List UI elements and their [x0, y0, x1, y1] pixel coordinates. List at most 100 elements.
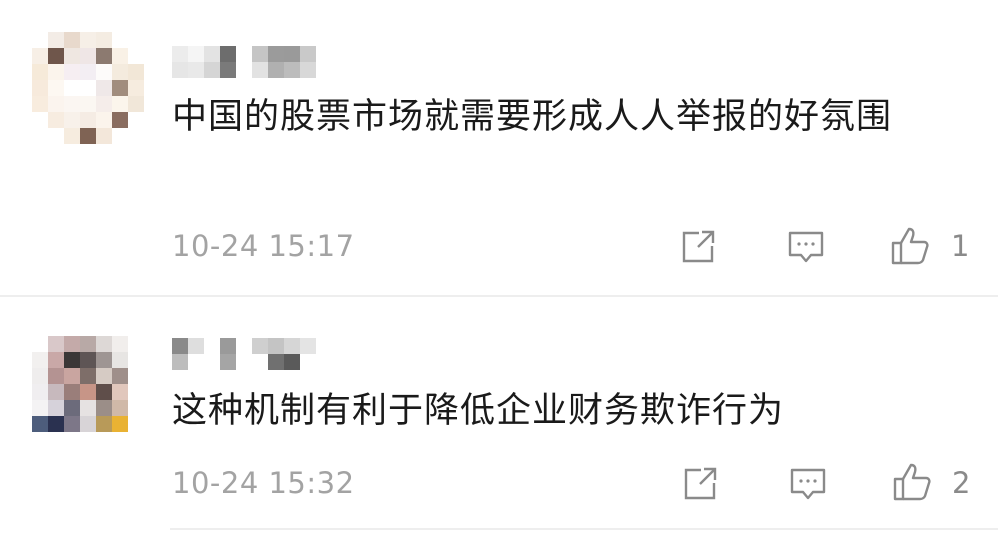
- thumbs-up-icon[interactable]: [890, 226, 930, 266]
- avatar[interactable]: [32, 32, 144, 144]
- mosaic-pixel: [128, 432, 144, 448]
- mosaic-pixel: [80, 384, 96, 400]
- mosaic-pixel: [96, 416, 112, 432]
- mosaic-pixel: [128, 384, 144, 400]
- mosaic-pixel: [32, 416, 48, 432]
- mosaic-pixel: [64, 352, 80, 368]
- mosaic-pixel: [32, 48, 48, 64]
- mosaic-pixel: [204, 46, 220, 62]
- mosaic-pixel: [236, 46, 252, 62]
- mosaic-pixel: [188, 46, 204, 62]
- mosaic-pixel: [188, 354, 204, 370]
- mosaic-pixel: [32, 400, 48, 416]
- mosaic-pixel: [48, 32, 64, 48]
- mosaic-pixel: [48, 96, 64, 112]
- mosaic-pixel: [112, 432, 128, 448]
- mosaic-pixel: [32, 128, 48, 144]
- mosaic-pixel: [204, 338, 220, 354]
- mosaic-pixel: [64, 96, 80, 112]
- share-icon[interactable]: [678, 227, 718, 267]
- mosaic-pixel: [236, 354, 252, 370]
- mosaic-pixel: [32, 336, 48, 352]
- mosaic-pixel: [96, 352, 112, 368]
- mosaic-pixel: [80, 416, 96, 432]
- mosaic-pixel: [252, 338, 268, 354]
- mosaic-pixel: [64, 64, 80, 80]
- comment-icon[interactable]: [786, 227, 826, 267]
- mosaic-pixel: [64, 112, 80, 128]
- mosaic-pixel: [96, 112, 112, 128]
- mosaic-pixel: [188, 338, 204, 354]
- mosaic-pixel: [80, 368, 96, 384]
- mosaic-pixel: [96, 80, 112, 96]
- mosaic-pixel: [80, 64, 96, 80]
- comment-text: 这种机制有利于降低企业财务欺诈行为: [172, 391, 785, 431]
- mosaic-pixel: [48, 384, 64, 400]
- mosaic-pixel: [300, 62, 316, 78]
- mosaic-pixel: [64, 432, 80, 448]
- mosaic-pixel: [80, 336, 96, 352]
- mosaic-pixel: [96, 336, 112, 352]
- mosaic-pixel: [268, 46, 284, 62]
- share-icon[interactable]: [680, 464, 720, 504]
- mosaic-pixel: [128, 416, 144, 432]
- comment-icon[interactable]: [788, 464, 828, 504]
- mosaic-pixel: [80, 128, 96, 144]
- mosaic-pixel: [48, 64, 64, 80]
- mosaic-pixel: [252, 354, 268, 370]
- mosaic-pixel: [188, 62, 204, 78]
- mosaic-pixel: [128, 64, 144, 80]
- mosaic-pixel: [284, 354, 300, 370]
- comment-timestamp: 10-24 15:32: [172, 466, 355, 500]
- mosaic-pixel: [128, 128, 144, 144]
- mosaic-pixel: [112, 384, 128, 400]
- mosaic-pixel: [48, 352, 64, 368]
- mosaic-pixel: [64, 80, 80, 96]
- mosaic-pixel: [220, 46, 236, 62]
- mosaic-pixel: [300, 338, 316, 354]
- mosaic-pixel: [32, 64, 48, 80]
- mosaic-pixel: [80, 352, 96, 368]
- username[interactable]: [172, 338, 316, 370]
- mosaic-pixel: [112, 352, 128, 368]
- thumbs-up-icon[interactable]: [892, 462, 932, 502]
- mosaic-pixel: [80, 112, 96, 128]
- mosaic-pixel: [48, 400, 64, 416]
- mosaic-pixel: [96, 48, 112, 64]
- comment-text: 中国的股票市场就需要形成人人举报的好氛围: [172, 97, 893, 137]
- mosaic-pixel: [80, 400, 96, 416]
- mosaic-pixel: [32, 432, 48, 448]
- comment-divider: [170, 528, 998, 530]
- mosaic-pixel: [204, 62, 220, 78]
- mosaic-pixel: [64, 128, 80, 144]
- mosaic-pixel: [220, 354, 236, 370]
- mosaic-pixel: [32, 96, 48, 112]
- like-count: 1: [951, 229, 970, 263]
- mosaic-pixel: [172, 62, 188, 78]
- mosaic-pixel: [172, 354, 188, 370]
- mosaic-pixel: [112, 80, 128, 96]
- mosaic-pixel: [32, 112, 48, 128]
- mosaic-pixel: [220, 62, 236, 78]
- mosaic-pixel: [236, 338, 252, 354]
- mosaic-pixel: [112, 64, 128, 80]
- mosaic-pixel: [252, 46, 268, 62]
- mosaic-pixel: [172, 46, 188, 62]
- avatar[interactable]: [32, 336, 144, 448]
- mosaic-pixel: [172, 338, 188, 354]
- mosaic-pixel: [32, 352, 48, 368]
- mosaic-pixel: [48, 48, 64, 64]
- mosaic-pixel: [112, 112, 128, 128]
- mosaic-pixel: [112, 128, 128, 144]
- mosaic-pixel: [128, 336, 144, 352]
- mosaic-pixel: [128, 48, 144, 64]
- mosaic-pixel: [64, 400, 80, 416]
- mosaic-pixel: [284, 46, 300, 62]
- mosaic-pixel: [96, 432, 112, 448]
- mosaic-pixel: [48, 336, 64, 352]
- mosaic-pixel: [220, 338, 236, 354]
- mosaic-pixel: [112, 96, 128, 112]
- username[interactable]: [172, 46, 316, 78]
- mosaic-pixel: [32, 368, 48, 384]
- mosaic-pixel: [128, 352, 144, 368]
